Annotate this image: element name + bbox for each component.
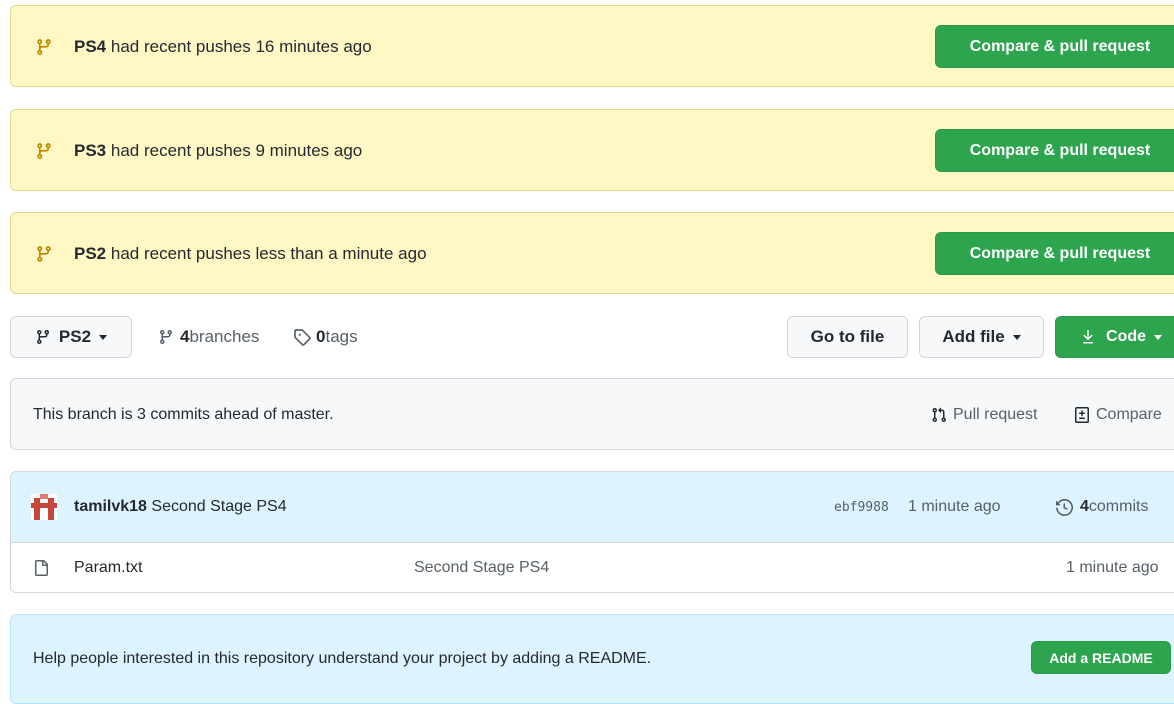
tags-count: 0	[316, 327, 326, 346]
file-commit-time: 1 minute ago	[1066, 559, 1159, 576]
recent-push-banner-ps4: PS4 had recent pushes 16 minutes ago Com…	[10, 5, 1174, 87]
commits-count: 4	[1080, 498, 1089, 515]
compare-pull-request-button[interactable]: Compare & pull request	[935, 232, 1174, 275]
avatar[interactable]	[31, 494, 57, 520]
compare-link[interactable]: Compare	[1074, 406, 1162, 424]
commit-summary: tamilvk18 Second Stage PS4	[74, 498, 287, 516]
readme-prompt-text: Help people interested in this repositor…	[33, 650, 652, 667]
git-branch-icon	[35, 37, 53, 57]
commits-label: commits	[1088, 498, 1149, 515]
git-branch-icon	[35, 244, 53, 264]
recent-push-message: PS2 had recent pushes less than a minute…	[74, 244, 427, 264]
branches-count: 4	[180, 327, 190, 346]
branches-link[interactable]: 4 branches	[158, 327, 259, 347]
branch-select-label: PS2	[58, 327, 92, 346]
branch-ahead-text: This branch is 3 commits ahead of master…	[33, 406, 334, 423]
add-file-label: Add file	[942, 327, 1005, 346]
pull-request-link[interactable]: Pull request	[931, 406, 1038, 424]
recent-push-text: had recent pushes 16 minutes ago	[106, 37, 372, 56]
branch-name[interactable]: PS2	[74, 244, 106, 263]
compare-pull-request-button[interactable]: Compare & pull request	[935, 129, 1174, 172]
commit-message[interactable]: Second Stage PS4	[151, 498, 286, 515]
compare-pull-request-button[interactable]: Compare & pull request	[935, 25, 1174, 68]
file-icon	[33, 560, 49, 576]
recent-push-banner-ps3: PS3 had recent pushes 9 minutes ago Comp…	[10, 109, 1174, 191]
caret-down-icon	[1012, 334, 1021, 340]
branch-name[interactable]: PS4	[74, 37, 106, 56]
git-branch-icon	[35, 141, 53, 161]
recent-push-message: PS4 had recent pushes 16 minutes ago	[74, 37, 372, 57]
commit-time: 1 minute ago	[908, 498, 1001, 515]
tags-label: tags	[325, 327, 358, 346]
compare-label: Compare	[1096, 406, 1162, 423]
recent-push-text: had recent pushes 9 minutes ago	[106, 141, 363, 160]
code-button[interactable]: Code	[1055, 316, 1174, 358]
git-branch-icon	[158, 329, 174, 345]
readme-prompt: Help people interested in this repositor…	[10, 614, 1174, 704]
file-name-link[interactable]: Param.txt	[74, 559, 142, 577]
branch-name[interactable]: PS3	[74, 141, 106, 160]
recent-push-banner-ps2: PS2 had recent pushes less than a minute…	[10, 212, 1174, 294]
commit-sha[interactable]: ebf9988	[834, 500, 889, 515]
pull-request-label: Pull request	[953, 406, 1038, 423]
add-file-button[interactable]: Add file	[919, 316, 1044, 358]
file-diff-icon	[1074, 407, 1090, 423]
commits-history-link[interactable]: 4 commits	[1056, 498, 1148, 516]
branch-status-box: This branch is 3 commits ahead of master…	[10, 378, 1174, 450]
code-label: Code	[1106, 328, 1146, 345]
branches-label: branches	[189, 327, 260, 346]
caret-down-icon	[99, 334, 108, 340]
branch-select-button[interactable]: PS2	[10, 316, 132, 358]
download-icon	[1080, 329, 1096, 345]
git-pull-request-icon	[931, 407, 947, 423]
commit-author[interactable]: tamilvk18	[74, 498, 147, 515]
file-listing: tamilvk18 Second Stage PS4 ebf9988 1 min…	[10, 471, 1174, 593]
tags-link[interactable]: 0 tags	[293, 327, 358, 347]
git-branch-icon	[35, 329, 51, 345]
file-commit-message[interactable]: Second Stage PS4	[414, 559, 549, 577]
add-readme-button[interactable]: Add a README	[1031, 641, 1171, 674]
latest-commit-bar: tamilvk18 Second Stage PS4 ebf9988 1 min…	[11, 472, 1174, 543]
recent-push-message: PS3 had recent pushes 9 minutes ago	[74, 141, 362, 161]
go-to-file-button[interactable]: Go to file	[787, 316, 908, 358]
tag-icon	[293, 328, 311, 346]
caret-down-icon	[1154, 334, 1162, 340]
table-row[interactable]: Param.txt Second Stage PS4 1 minute ago	[11, 543, 1174, 592]
recent-push-text: had recent pushes less than a minute ago	[106, 244, 427, 263]
history-icon	[1056, 498, 1073, 516]
